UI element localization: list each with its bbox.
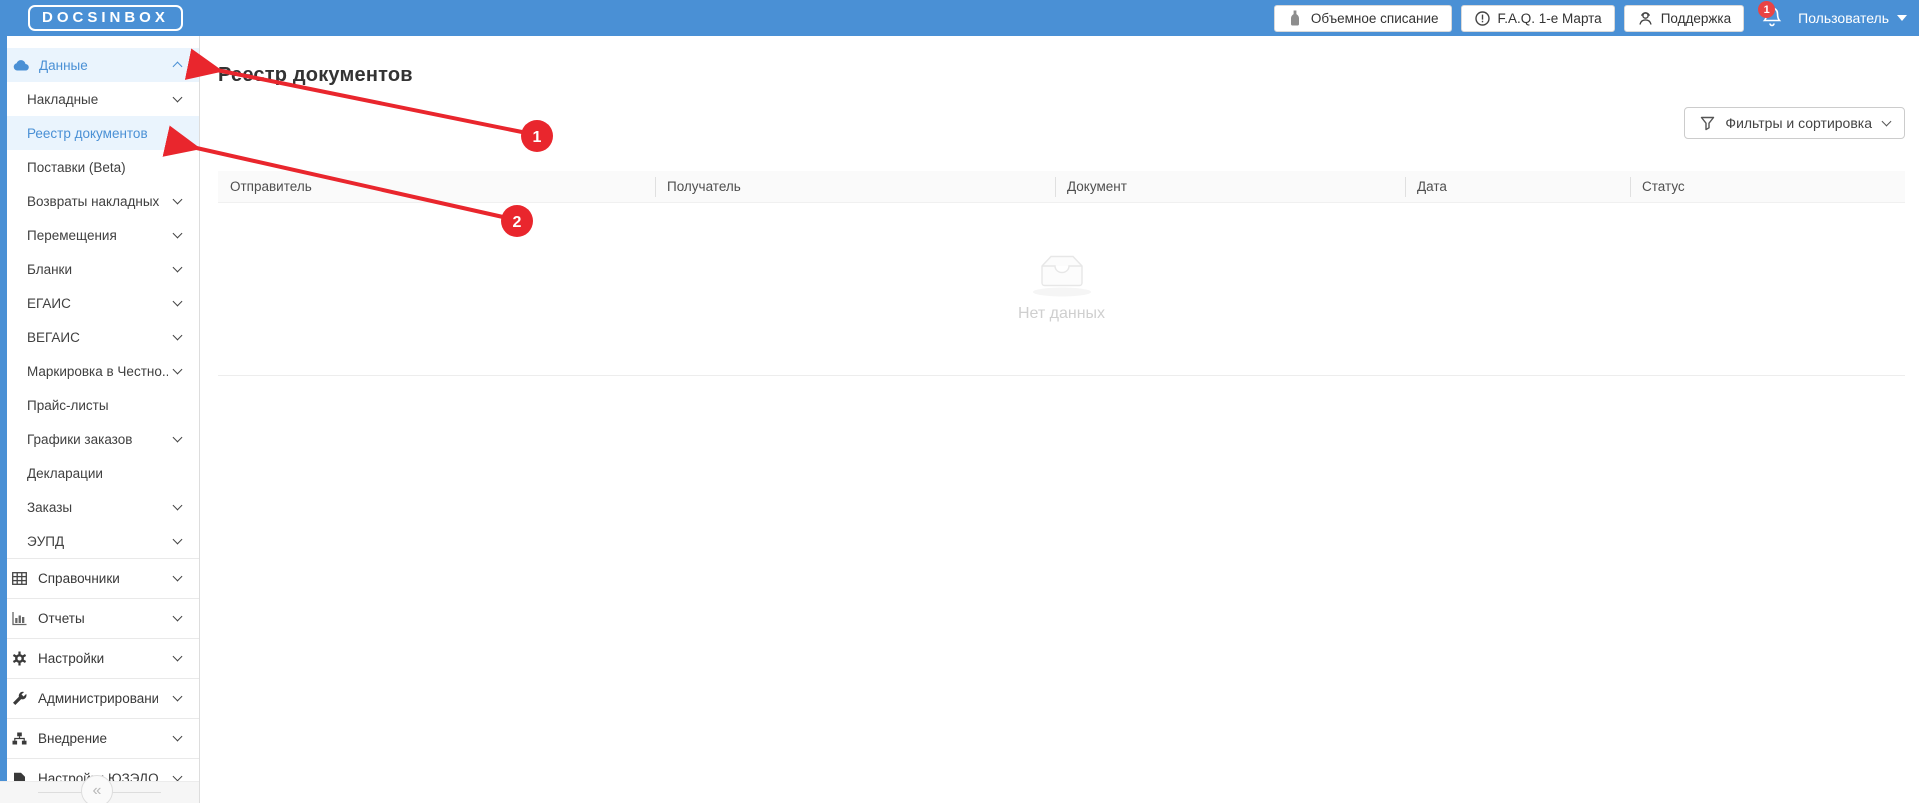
support-headset-icon: [1637, 10, 1654, 27]
page-title: Реестр документов: [218, 64, 413, 86]
support-button[interactable]: Поддержка: [1623, 4, 1745, 32]
filter-row: Фильтры и сортировка: [218, 107, 1905, 139]
column-header-status[interactable]: Статус: [1630, 171, 1905, 202]
chevron-down-icon: [172, 534, 183, 544]
sidebar-collapse-button[interactable]: «: [81, 775, 113, 803]
table-icon: [11, 570, 28, 587]
chevron-down-icon: [172, 731, 183, 742]
sidebar-item-vegais[interactable]: ВЕГАИС: [0, 320, 199, 354]
notification-badge: 1: [1758, 1, 1776, 18]
funnel-icon: [1699, 115, 1716, 132]
faq-button[interactable]: F.A.Q. 1-е Марта: [1460, 4, 1615, 32]
sidebar-section-spravochniki[interactable]: Справочники: [0, 558, 199, 598]
sidebar-section-administrirovanie[interactable]: Администрирование: [0, 678, 199, 718]
chevron-down-icon: [172, 432, 183, 442]
sidebar-item-peremescheniya[interactable]: Перемещения: [0, 218, 199, 252]
notifications-bell[interactable]: 1: [1758, 1, 1784, 30]
sidebar-group-data[interactable]: Данные: [0, 48, 199, 82]
sidebar-item-eupd[interactable]: ЭУПД: [0, 524, 199, 558]
document-icon: [11, 770, 28, 781]
empty-state-text: Нет данных: [1017, 305, 1106, 322]
sidebar-item-reestr-dokumentov[interactable]: Реестр документов: [0, 116, 199, 150]
sidebar-section-vnedrenie[interactable]: Внедрение: [0, 718, 199, 758]
chevron-down-icon: [172, 330, 183, 340]
chevron-down-icon: [172, 228, 183, 238]
column-header-recipient[interactable]: Получатель: [655, 171, 1055, 202]
sidebar-item-grafiki-zakazov[interactable]: Графики заказов: [0, 422, 199, 456]
bottle-icon: [1287, 10, 1304, 27]
sitemap-icon: [11, 730, 28, 747]
chevron-down-icon: [172, 691, 183, 702]
sidebar-section-otchety[interactable]: Отчеты: [0, 598, 199, 638]
sidebar-item-deklaracii[interactable]: Декларации: [0, 456, 199, 490]
bar-chart-icon: [11, 610, 28, 627]
column-header-sender[interactable]: Отправитель: [218, 171, 655, 202]
sidebar-item-zakazy[interactable]: Заказы: [0, 490, 199, 524]
chevron-down-icon: [1881, 116, 1892, 127]
sidebar-item-postavki-beta[interactable]: Поставки (Beta): [0, 150, 199, 184]
sidebar-scroll-area: Данные Накладные Реестр документов Поста…: [0, 36, 199, 781]
sidebar-item-blanki[interactable]: Бланки: [0, 252, 199, 286]
sidebar-item-nakladnye[interactable]: Накладные: [0, 82, 199, 116]
sidebar-item-vozvraty-nakladnyh[interactable]: Возвраты накладных: [0, 184, 199, 218]
sidebar: Данные Накладные Реестр документов Поста…: [0, 36, 200, 803]
wrench-icon: [11, 690, 28, 707]
chevron-down-icon: [172, 500, 183, 510]
chevron-down-icon: [172, 364, 183, 374]
chevron-down-icon: [172, 296, 183, 306]
chevron-down-icon: [172, 611, 183, 622]
gear-icon: [11, 650, 28, 667]
chevron-down-icon: [172, 571, 183, 582]
table-body-empty-state: Нет данных: [218, 203, 1905, 376]
empty-inbox-icon: [1032, 255, 1091, 297]
main-content: Реестр документов Фильтры и сортировка О…: [200, 36, 1919, 803]
app-logo[interactable]: DOCSINBOX: [28, 5, 183, 31]
sidebar-section-nastroyki[interactable]: Настройки: [0, 638, 199, 678]
filters-sort-button[interactable]: Фильтры и сортировка: [1684, 107, 1905, 139]
chevron-up-icon[interactable]: [172, 61, 183, 72]
user-label: Пользователь: [1798, 10, 1889, 26]
sidebar-footer: «: [0, 775, 199, 803]
filters-sort-label: Фильтры и сортировка: [1725, 115, 1872, 131]
sidebar-item-prays-listy[interactable]: Прайс-листы: [0, 388, 199, 422]
user-caret-icon: [1897, 15, 1907, 21]
column-header-date[interactable]: Дата: [1405, 171, 1630, 202]
volume-writeoff-label: Объемное списание: [1310, 10, 1439, 26]
faq-label: F.A.Q. 1-е Марта: [1497, 10, 1602, 26]
chevron-down-icon: [172, 771, 183, 781]
chevron-down-icon: [172, 262, 183, 272]
sidebar-group-data-label: Данные: [39, 57, 88, 73]
support-label: Поддержка: [1660, 10, 1732, 26]
chevron-down-icon: [172, 651, 183, 662]
sidebar-item-egais[interactable]: ЕГАИС: [0, 286, 199, 320]
table-header-row: Отправитель Получатель Документ Дата Ста…: [218, 171, 1905, 203]
chevron-down-icon: [172, 92, 183, 102]
top-header: DOCSINBOX Объемное списание F.A.Q. 1-е М…: [0, 0, 1919, 36]
volume-writeoff-button[interactable]: Объемное списание: [1273, 4, 1452, 32]
column-header-document[interactable]: Документ: [1055, 171, 1405, 202]
documents-table: Отправитель Получатель Документ Дата Ста…: [218, 171, 1905, 376]
cloud-icon: [13, 57, 30, 74]
sidebar-item-markirovka[interactable]: Маркировка в Честно...: [0, 354, 199, 388]
info-circle-icon: [1474, 10, 1491, 27]
chevron-down-icon: [172, 194, 183, 204]
user-menu[interactable]: Пользователь: [1798, 10, 1907, 26]
